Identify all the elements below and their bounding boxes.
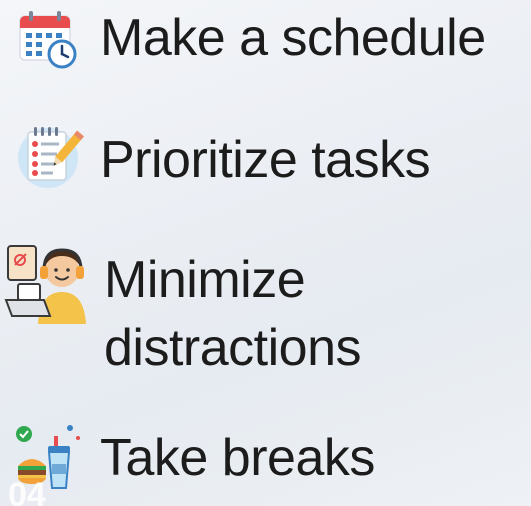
slide-number: 04 xyxy=(8,476,46,506)
item-label: Make a schedule xyxy=(100,9,486,67)
item-label: Prioritize tasks xyxy=(100,131,431,189)
checklist-pencil-icon xyxy=(18,127,84,188)
item-label-line1: Minimize xyxy=(104,251,306,309)
item-label-line2: distractions xyxy=(104,319,362,377)
item-label: Take breaks xyxy=(100,429,375,487)
calendar-clock-icon xyxy=(19,11,77,69)
headset-worker-icon xyxy=(4,245,86,324)
